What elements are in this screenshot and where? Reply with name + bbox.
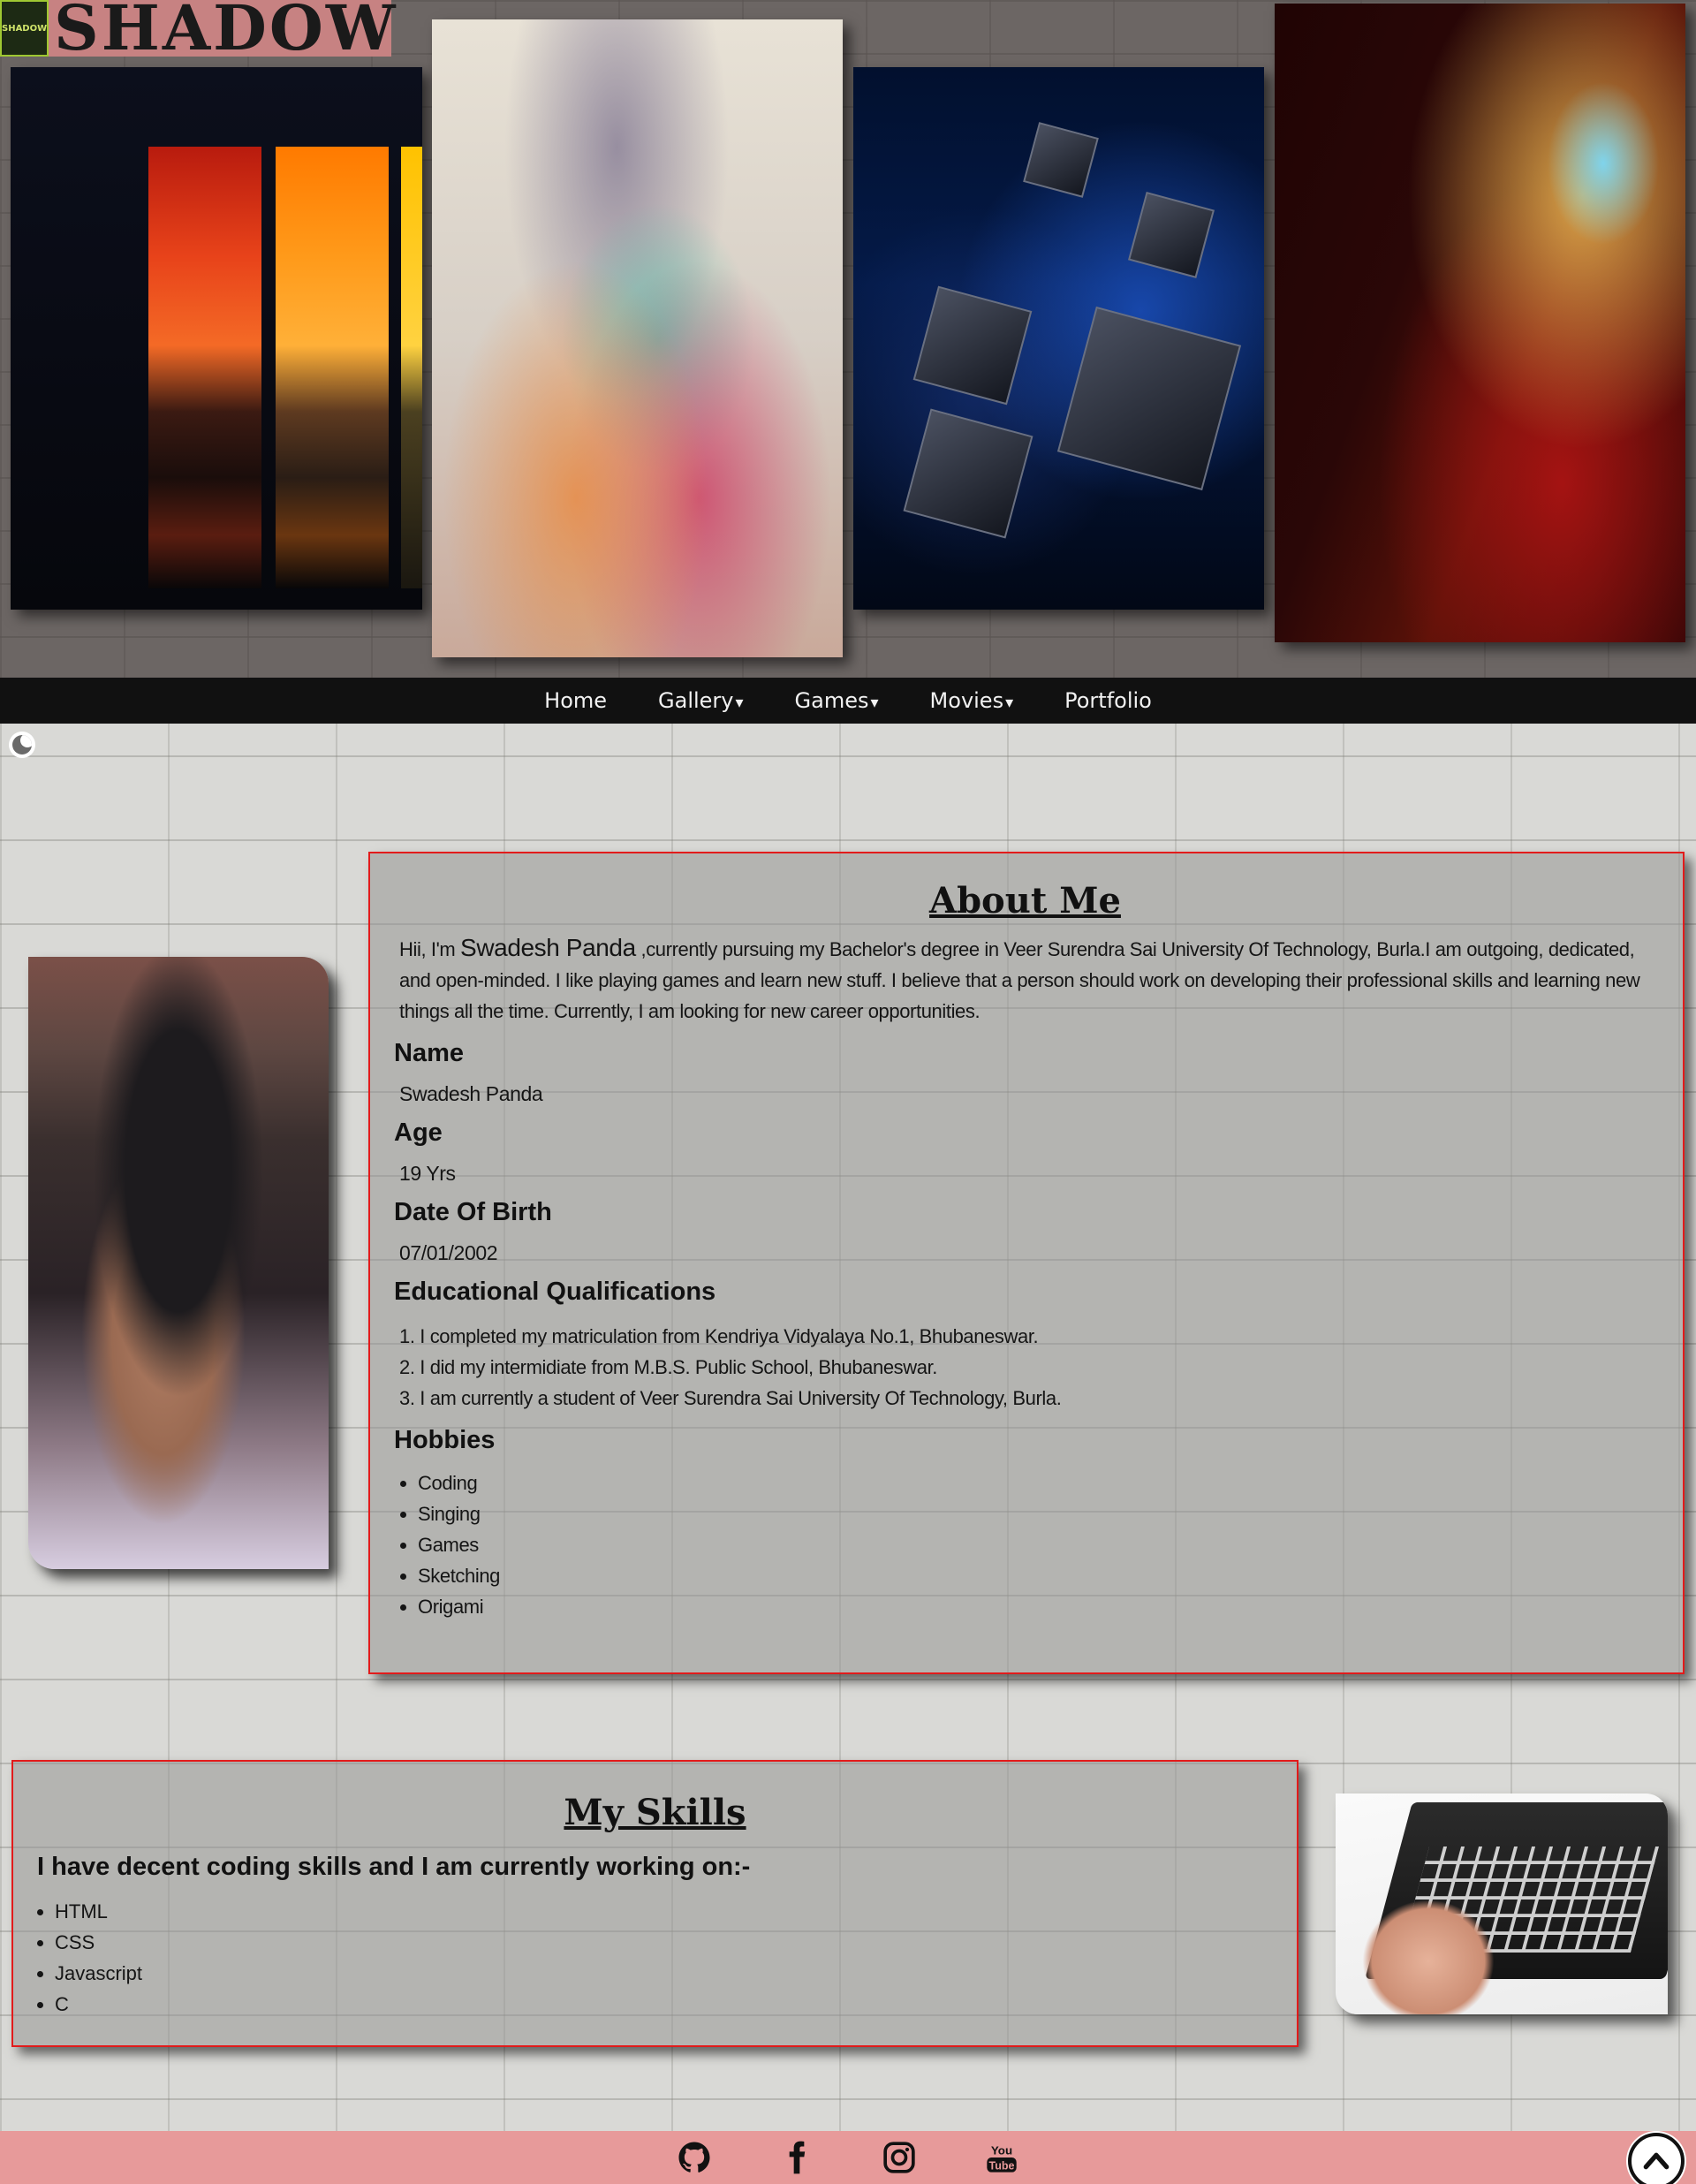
youtube-you-text: You	[991, 2144, 1012, 2157]
github-icon[interactable]	[668, 2138, 721, 2177]
instagram-icon[interactable]	[873, 2138, 926, 2177]
banner-image-origami	[432, 19, 843, 657]
skills-section: My Skills I have decent coding skills an…	[11, 1760, 1298, 2047]
list-item: Coding	[418, 1467, 1656, 1498]
intro-prefix: Hii, I'm	[399, 938, 461, 960]
youtube-tube-text: Tube	[989, 2160, 1015, 2173]
banner-image-sunset	[11, 67, 422, 610]
about-intro: Hii, I'm Swadesh Panda ,currently pursui…	[399, 932, 1656, 1027]
chevron-down-icon: ▾	[1005, 694, 1014, 712]
nav-movies[interactable]: Movies ▾	[930, 688, 1014, 713]
list-item: I did my intermidiate from M.B.S. Public…	[399, 1352, 1656, 1383]
intro-name: Swadesh Panda	[460, 934, 636, 961]
list-item: C	[55, 1989, 1279, 2020]
laptop-photo	[1336, 1793, 1668, 2014]
back-to-top-button[interactable]	[1628, 2133, 1685, 2184]
playstation-cube	[912, 285, 1033, 406]
sunset-strip	[276, 147, 389, 588]
playstation-cube	[1128, 192, 1215, 278]
nav-portfolio[interactable]: Portfolio	[1064, 688, 1152, 713]
nav-home[interactable]: Home	[544, 688, 607, 713]
nav-gallery[interactable]: Gallery ▾	[658, 688, 744, 713]
age-label: Age	[394, 1119, 443, 1147]
youtube-icon-svg: You Tube	[987, 2144, 1017, 2173]
about-section: About Me Hii, I'm Swadesh Panda ,current…	[368, 852, 1685, 1674]
chevron-up-icon	[1643, 2152, 1670, 2170]
footer: You Tube	[0, 2131, 1696, 2184]
education-list: I completed my matriculation from Kendri…	[399, 1321, 1656, 1414]
education-label: Educational Qualifications	[394, 1278, 716, 1306]
age-value: 19 Yrs	[399, 1162, 456, 1185]
list-item: Sketching	[418, 1560, 1656, 1591]
name-label: Name	[394, 1039, 464, 1067]
nav-label: Movies	[929, 688, 1004, 713]
list-item: HTML	[55, 1896, 1279, 1927]
dob-label: Date Of Birth	[394, 1198, 552, 1226]
facebook-icon-svg	[789, 2141, 806, 2174]
youtube-icon[interactable]: You Tube	[975, 2138, 1028, 2177]
sunset-strip	[148, 147, 261, 588]
nav-games[interactable]: Games ▾	[795, 688, 879, 713]
playstation-cube	[1056, 306, 1242, 491]
dob-value: 07/01/2002	[399, 1241, 498, 1264]
list-item: Origami	[418, 1591, 1656, 1622]
profile-photo	[28, 957, 329, 1569]
nav-label: Games	[794, 688, 869, 713]
logo-badge-icon: SHADOW	[0, 0, 49, 57]
playstation-cube	[903, 408, 1034, 539]
skills-list: HTML CSS Javascript C	[55, 1896, 1279, 2020]
list-item: Javascript	[55, 1958, 1279, 1989]
banner-image-ironman	[1275, 4, 1685, 642]
nav-label: Home	[544, 688, 608, 713]
list-item: I completed my matriculation from Kendri…	[399, 1321, 1656, 1352]
chevron-down-icon: ▾	[870, 694, 879, 712]
nav-label: Portfolio	[1064, 688, 1152, 713]
facebook-icon[interactable]	[770, 2138, 823, 2177]
header: SHADOW SHADOW	[0, 0, 1696, 678]
hand	[1362, 1900, 1495, 2014]
dark-mode-toggle[interactable]	[9, 732, 35, 758]
github-icon-svg	[678, 2142, 710, 2173]
banner-image-playstation	[853, 67, 1264, 610]
logo[interactable]: SHADOW SHADOW	[0, 0, 395, 59]
nav-label: Gallery	[658, 688, 734, 713]
hobbies-list: Coding Singing Games Sketching Origami	[418, 1467, 1656, 1622]
skills-lead: I have decent coding skills and I am cur…	[37, 1853, 751, 1881]
moon-icon	[12, 735, 32, 755]
logo-badge-text: SHADOW	[2, 23, 48, 34]
list-item: Games	[418, 1529, 1656, 1560]
main-nav: Home Gallery ▾ Games ▾ Movies ▾ Portfolio	[0, 678, 1696, 724]
chevron-down-icon: ▾	[735, 694, 744, 712]
logo-text: SHADOW	[54, 0, 398, 64]
list-item: I am currently a student of Veer Surendr…	[399, 1383, 1656, 1414]
skills-title: My Skills	[564, 1792, 746, 1833]
playstation-cube	[1023, 122, 1099, 198]
list-item: Singing	[418, 1498, 1656, 1529]
about-title: About Me	[929, 880, 1121, 921]
name-value: Swadesh Panda	[399, 1082, 543, 1105]
list-item: CSS	[55, 1927, 1279, 1958]
instagram-icon-svg	[883, 2142, 915, 2173]
sunset-strip	[401, 147, 422, 588]
hobbies-label: Hobbies	[394, 1426, 496, 1454]
